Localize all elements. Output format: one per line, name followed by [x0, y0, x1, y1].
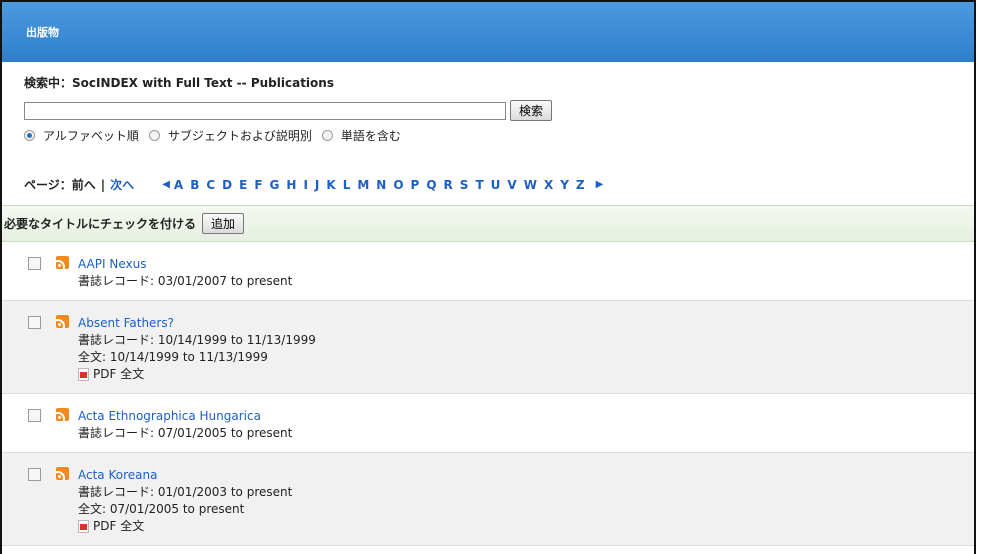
publications-panel: 出版物 検索中：SocINDEX with Full Text -- Publi… [0, 0, 976, 554]
letter-v[interactable]: V [507, 178, 516, 192]
searching-label: 検索中：SocINDEX with Full Text -- Publicati… [24, 76, 334, 90]
letter-g[interactable]: G [270, 178, 280, 192]
letter-j[interactable]: J [315, 178, 319, 192]
letter-m[interactable]: M [357, 178, 369, 192]
letter-z[interactable]: Z [576, 178, 585, 192]
letter-s[interactable]: S [460, 178, 469, 192]
list-item: AAPI Nexus 書誌レコード: 03/01/2007 to present [2, 242, 974, 301]
radio-checked-icon[interactable] [24, 130, 35, 141]
item-info: Absent Fathers? 書誌レコード: 10/14/1999 to 11… [78, 315, 316, 383]
letter-b[interactable]: B [190, 178, 199, 192]
publication-title-link[interactable]: Acta Koreana [78, 468, 157, 482]
bibliographic-records: 書誌レコード: 10/14/1999 to 11/13/1999 [78, 333, 316, 347]
pdf-label[interactable]: PDF 全文 [93, 518, 144, 535]
radio-unchecked-icon[interactable] [148, 130, 160, 141]
add-selection-label: 必要なタイトルにチェックを付ける [4, 217, 197, 231]
header-bar: 出版物 [2, 2, 974, 62]
radio-alphabetical-label: アルファベット順 [43, 129, 139, 143]
publication-title-link[interactable]: Acta Ethnographica Hungarica [78, 409, 261, 423]
radio-contains-word[interactable]: 単語を含む [321, 127, 401, 144]
letter-x[interactable]: X [544, 178, 553, 192]
radio-contains-word-label: 単語を含む [340, 129, 401, 143]
full-text-range: 全文: 10/14/1999 to 11/13/1999 [78, 350, 268, 364]
letter-l[interactable]: L [343, 178, 351, 192]
search-input[interactable] [24, 101, 506, 120]
letter-t[interactable]: T [475, 178, 483, 192]
publication-title-link[interactable]: Absent Fathers? [78, 316, 174, 330]
bibliographic-records: 書誌レコード: 07/01/2005 to present [78, 426, 293, 440]
pdf-icon[interactable] [78, 368, 89, 381]
pdf-icon[interactable] [78, 520, 89, 533]
letter-f[interactable]: F [254, 178, 262, 192]
letter-q[interactable]: Q [426, 178, 436, 192]
letter-w[interactable]: W [524, 178, 537, 192]
letter-o[interactable]: O [393, 178, 403, 192]
alphabet-nav: ◀ A B C D E F G H I J K L M N O P Q R S [158, 178, 607, 192]
add-selection-bar: 必要なタイトルにチェックを付ける 追加 [2, 205, 974, 242]
letter-r[interactable]: R [444, 178, 453, 192]
right-arrow-icon[interactable]: ▶ [596, 179, 604, 190]
left-arrow-icon[interactable]: ◀ [162, 179, 170, 190]
next-page-link[interactable]: 次へ [110, 176, 134, 193]
item-checkbox[interactable] [28, 468, 41, 481]
letter-e[interactable]: E [239, 178, 247, 192]
pdf-label[interactable]: PDF 全文 [93, 366, 144, 383]
radio-subject-label: サブジェクトおよび説明別 [167, 129, 312, 143]
pager-separator: | [100, 177, 106, 192]
search-mode-options: アルファベット順 サブジェクトおよび説明別 単語を含む [24, 127, 974, 144]
search-area: 検索中：SocINDEX with Full Text -- Publicati… [2, 62, 974, 205]
letter-a[interactable]: A [174, 178, 183, 192]
page-label: ページ： [24, 178, 72, 192]
rss-icon[interactable] [56, 467, 69, 480]
item-checkbox[interactable] [28, 409, 41, 422]
list-item: Acta Ethnographica Hungarica 書誌レコード: 07/… [2, 394, 974, 453]
letter-y[interactable]: Y [560, 178, 569, 192]
item-checkbox[interactable] [28, 257, 41, 270]
item-info: AAPI Nexus 書誌レコード: 03/01/2007 to present [78, 256, 292, 290]
rss-icon[interactable] [56, 256, 69, 269]
list-item: Acta Koreana 書誌レコード: 01/01/2003 to prese… [2, 453, 974, 546]
radio-alphabetical[interactable]: アルファベット順 [24, 127, 139, 144]
full-text-range: 全文: 07/01/2005 to present [78, 502, 245, 516]
search-button[interactable]: 検索 [510, 100, 553, 121]
letter-h[interactable]: H [286, 178, 296, 192]
bibliographic-records: 書誌レコード: 01/01/2003 to present [78, 485, 293, 499]
item-checkbox[interactable] [28, 316, 41, 329]
publication-list: AAPI Nexus 書誌レコード: 03/01/2007 to present… [2, 242, 974, 546]
add-button[interactable]: 追加 [202, 213, 245, 234]
list-item: Absent Fathers? 書誌レコード: 10/14/1999 to 11… [2, 301, 974, 394]
rss-icon[interactable] [56, 408, 69, 421]
page-title: 出版物 [26, 26, 59, 39]
search-row: 検索 [24, 100, 974, 121]
item-info: Acta Ethnographica Hungarica 書誌レコード: 07/… [78, 408, 292, 442]
letter-u[interactable]: U [491, 178, 501, 192]
letter-i[interactable]: I [303, 178, 307, 192]
letter-c[interactable]: C [206, 178, 215, 192]
letter-d[interactable]: D [222, 178, 232, 192]
pdf-fulltext-link[interactable]: PDF 全文 [78, 366, 316, 383]
radio-unchecked-icon[interactable] [321, 130, 333, 141]
radio-subject[interactable]: サブジェクトおよび説明別 [148, 127, 312, 144]
pagination: ページ： 前へ | 次へ ◀ A B C D E F G H I J K L M… [24, 176, 974, 193]
letter-n[interactable]: N [376, 178, 386, 192]
prev-page-text: 前へ [71, 178, 96, 192]
bibliographic-records: 書誌レコード: 03/01/2007 to present [78, 274, 293, 288]
item-info: Acta Koreana 書誌レコード: 01/01/2003 to prese… [78, 467, 292, 535]
pdf-fulltext-link[interactable]: PDF 全文 [78, 518, 292, 535]
letter-p[interactable]: P [411, 178, 420, 192]
publication-title-link[interactable]: AAPI Nexus [78, 257, 146, 271]
rss-icon[interactable] [56, 315, 69, 328]
letter-k[interactable]: K [326, 178, 335, 192]
